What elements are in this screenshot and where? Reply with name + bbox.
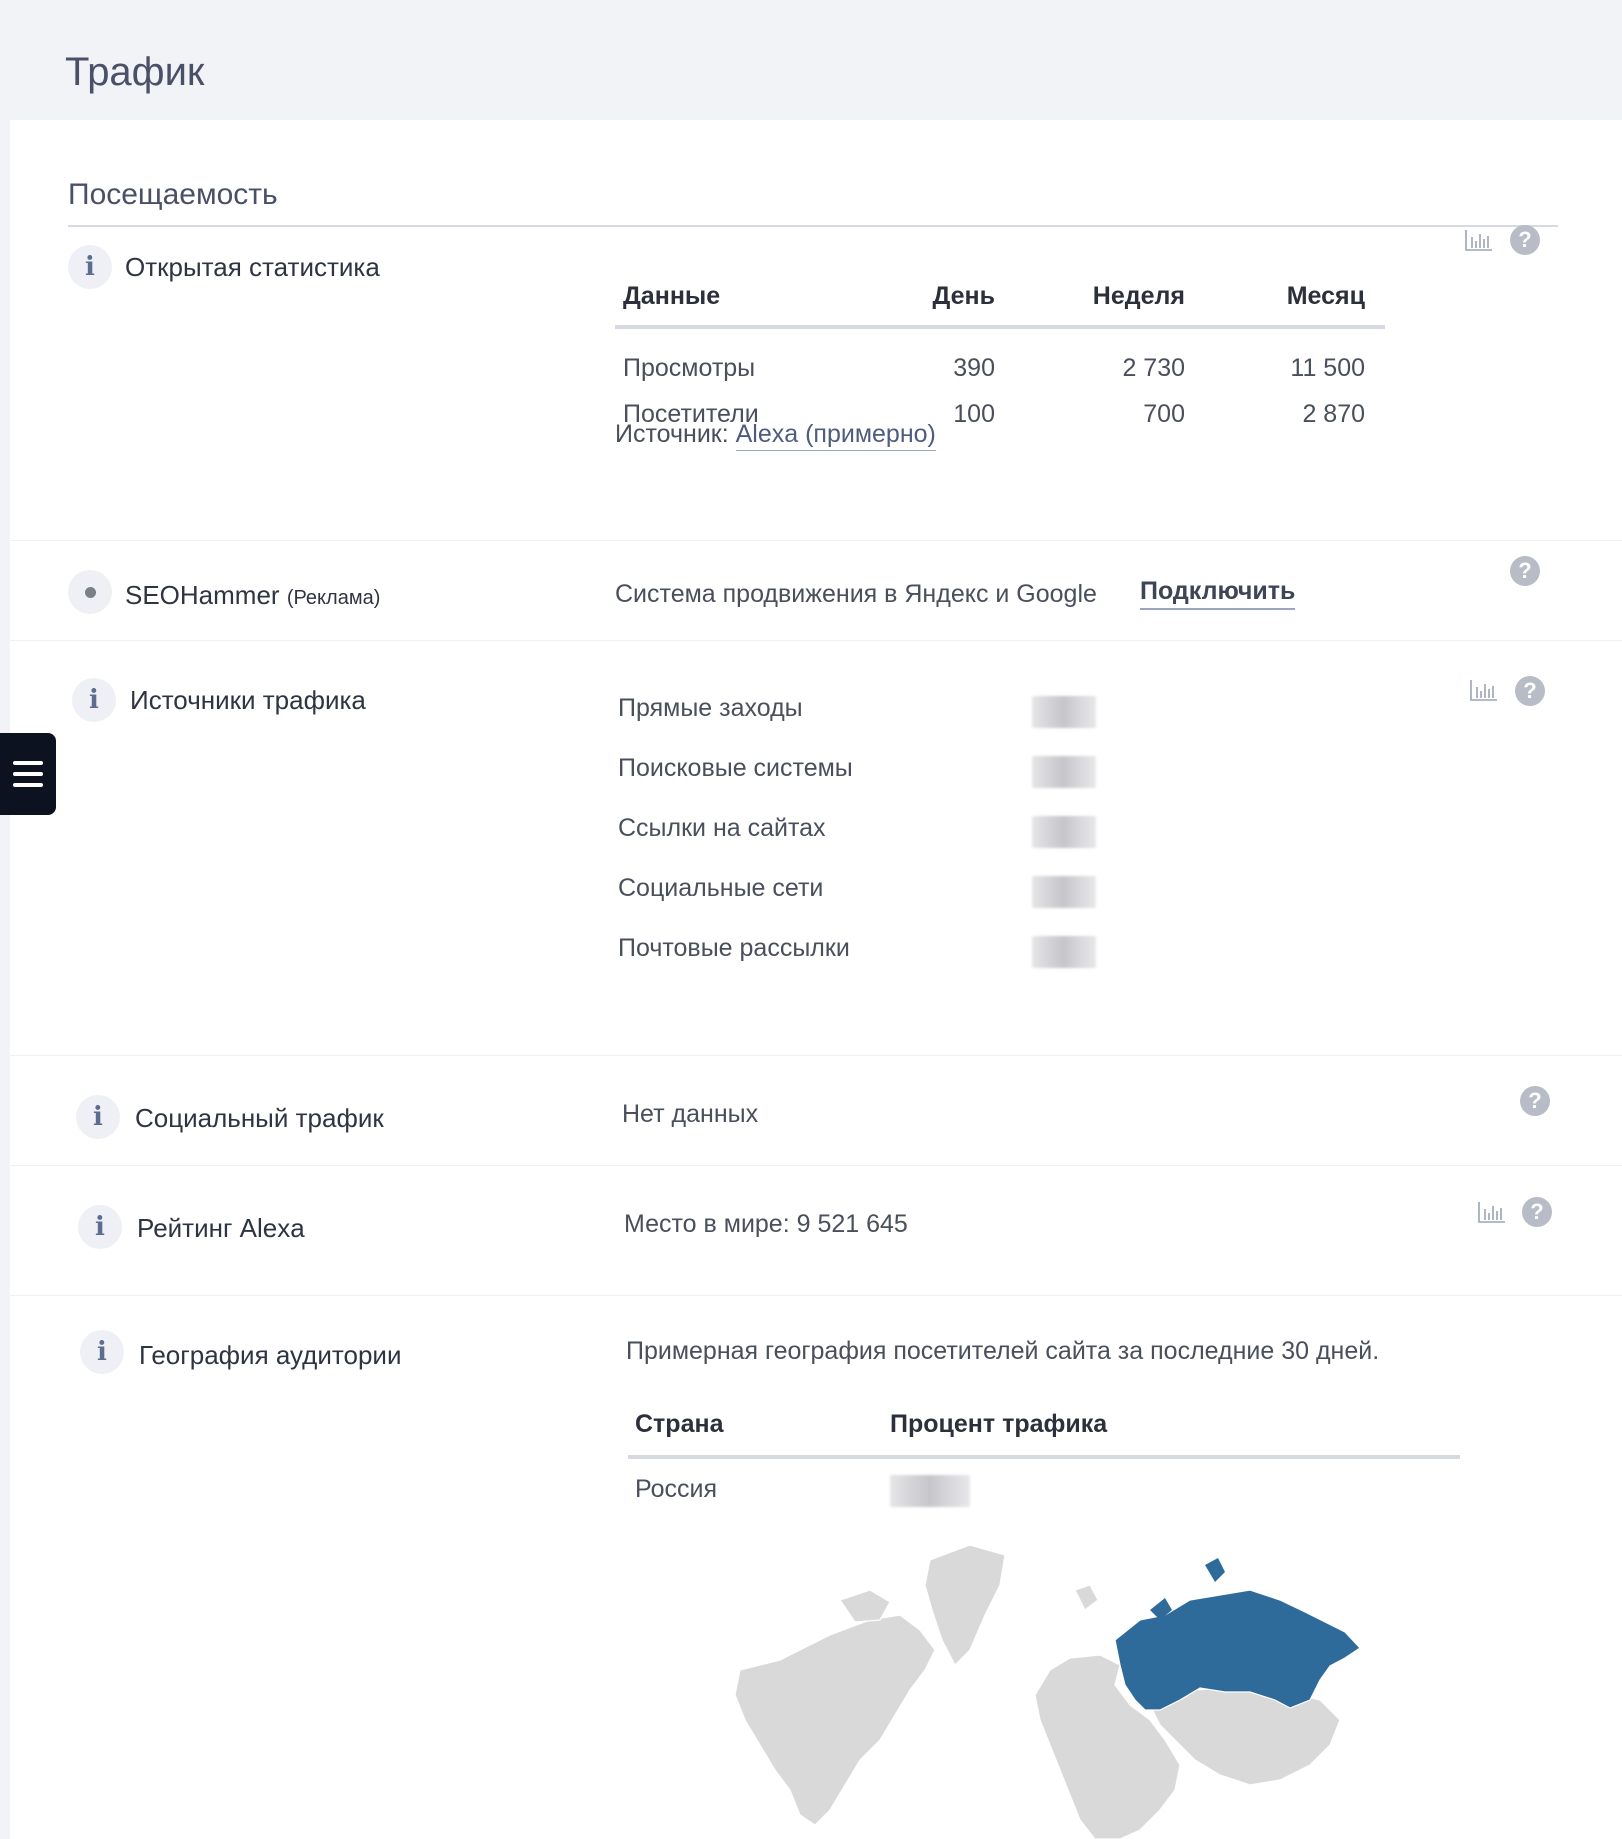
row-divider [10, 1055, 1622, 1056]
help-icon[interactable]: ? [1510, 556, 1540, 586]
row-views-label: Просмотры [623, 354, 756, 382]
geo-country: Россия [635, 1475, 717, 1503]
row-divider [10, 1295, 1622, 1296]
novaya-zemlya [1205, 1558, 1225, 1582]
help-icon[interactable]: ? [1515, 676, 1545, 706]
row-visitors-week: 700 [1143, 400, 1185, 428]
header-day: День [932, 282, 996, 310]
header-week: Неделя [1092, 282, 1185, 310]
row-divider [10, 540, 1622, 541]
connect-link[interactable]: Подключить [1140, 577, 1296, 610]
traffic-source-direct: Прямые заходы [618, 694, 803, 722]
bar-chart-icon[interactable] [1478, 1200, 1506, 1224]
blurred-value [1032, 816, 1096, 848]
geo-header-country: Страна [635, 1410, 724, 1438]
geo-header-percent: Процент трафика [890, 1410, 1108, 1438]
blurred-value [1032, 756, 1096, 788]
page-title: Трафик [65, 50, 205, 94]
card-title: Посещаемость [68, 178, 278, 211]
row-views-day: 390 [953, 354, 995, 382]
bar-chart-icon[interactable] [1470, 678, 1498, 702]
alexa-rank-label: Рейтинг Alexa [137, 1213, 305, 1243]
alexa-rank-value: Место в мире: 9 521 645 [624, 1210, 908, 1238]
menu-button[interactable] [0, 733, 56, 815]
traffic-source-social: Социальные сети [618, 874, 824, 902]
source-prefix: Источник: [615, 420, 729, 448]
help-icon[interactable]: ? [1510, 225, 1540, 255]
social-traffic-value: Нет данных [622, 1100, 759, 1128]
traffic-sources-label: Источники трафика [130, 685, 366, 715]
world-map [734, 1544, 1360, 1839]
info-icon[interactable]: i [76, 1095, 120, 1139]
ad-badge: (Реклама) [286, 587, 381, 609]
seohammer-label: SEOHammer (Реклама) [125, 580, 380, 611]
info-icon[interactable]: i [80, 1330, 124, 1374]
blurred-value [1032, 936, 1096, 968]
north-america [734, 1614, 936, 1826]
arctic-islands [839, 1589, 891, 1623]
russia-region [1114, 1589, 1360, 1711]
row-visitors-month: 2 870 [1302, 400, 1365, 428]
source-line: Источник: Alexa (примерно) [615, 420, 936, 451]
traffic-source-links: Ссылки на сайтах [618, 814, 826, 842]
row-views-week: 2 730 [1122, 354, 1185, 382]
blurred-value [890, 1475, 970, 1507]
seohammer-description: Система продвижения в Яндекс и Google [615, 580, 1097, 608]
row-views-month: 11 500 [1290, 354, 1365, 382]
header-data: Данные [623, 282, 721, 310]
dot-icon [68, 570, 112, 614]
row-divider [10, 640, 1622, 641]
card-divider [68, 225, 1558, 227]
social-traffic-label: Социальный трафик [135, 1103, 384, 1133]
hamburger-icon [13, 761, 43, 787]
blurred-value [1032, 696, 1096, 728]
blurred-value [1032, 876, 1096, 908]
geo-table-divider [628, 1455, 1460, 1459]
traffic-source-search: Поисковые системы [618, 754, 853, 782]
table-header-divider [615, 325, 1385, 329]
iceland-islands [1074, 1584, 1099, 1611]
open-stats-label: Открытая статистика [125, 252, 380, 282]
seohammer-name: SEOHammer [125, 580, 280, 610]
info-icon[interactable]: i [78, 1205, 122, 1249]
traffic-source-mail: Почтовые рассылки [618, 934, 850, 962]
geo-label: География аудитории [139, 1340, 402, 1370]
greenland [924, 1544, 1006, 1667]
geo-description: Примерная география посетителей сайта за… [626, 1337, 1380, 1365]
help-icon[interactable]: ? [1520, 1086, 1550, 1116]
info-icon[interactable]: i [72, 678, 116, 722]
help-icon[interactable]: ? [1522, 1197, 1552, 1227]
header-month: Месяц [1286, 282, 1365, 310]
source-link[interactable]: Alexa (примерно) [735, 420, 936, 451]
row-divider [10, 1165, 1622, 1166]
bar-chart-icon[interactable] [1465, 228, 1493, 252]
info-icon[interactable]: i [68, 245, 112, 289]
